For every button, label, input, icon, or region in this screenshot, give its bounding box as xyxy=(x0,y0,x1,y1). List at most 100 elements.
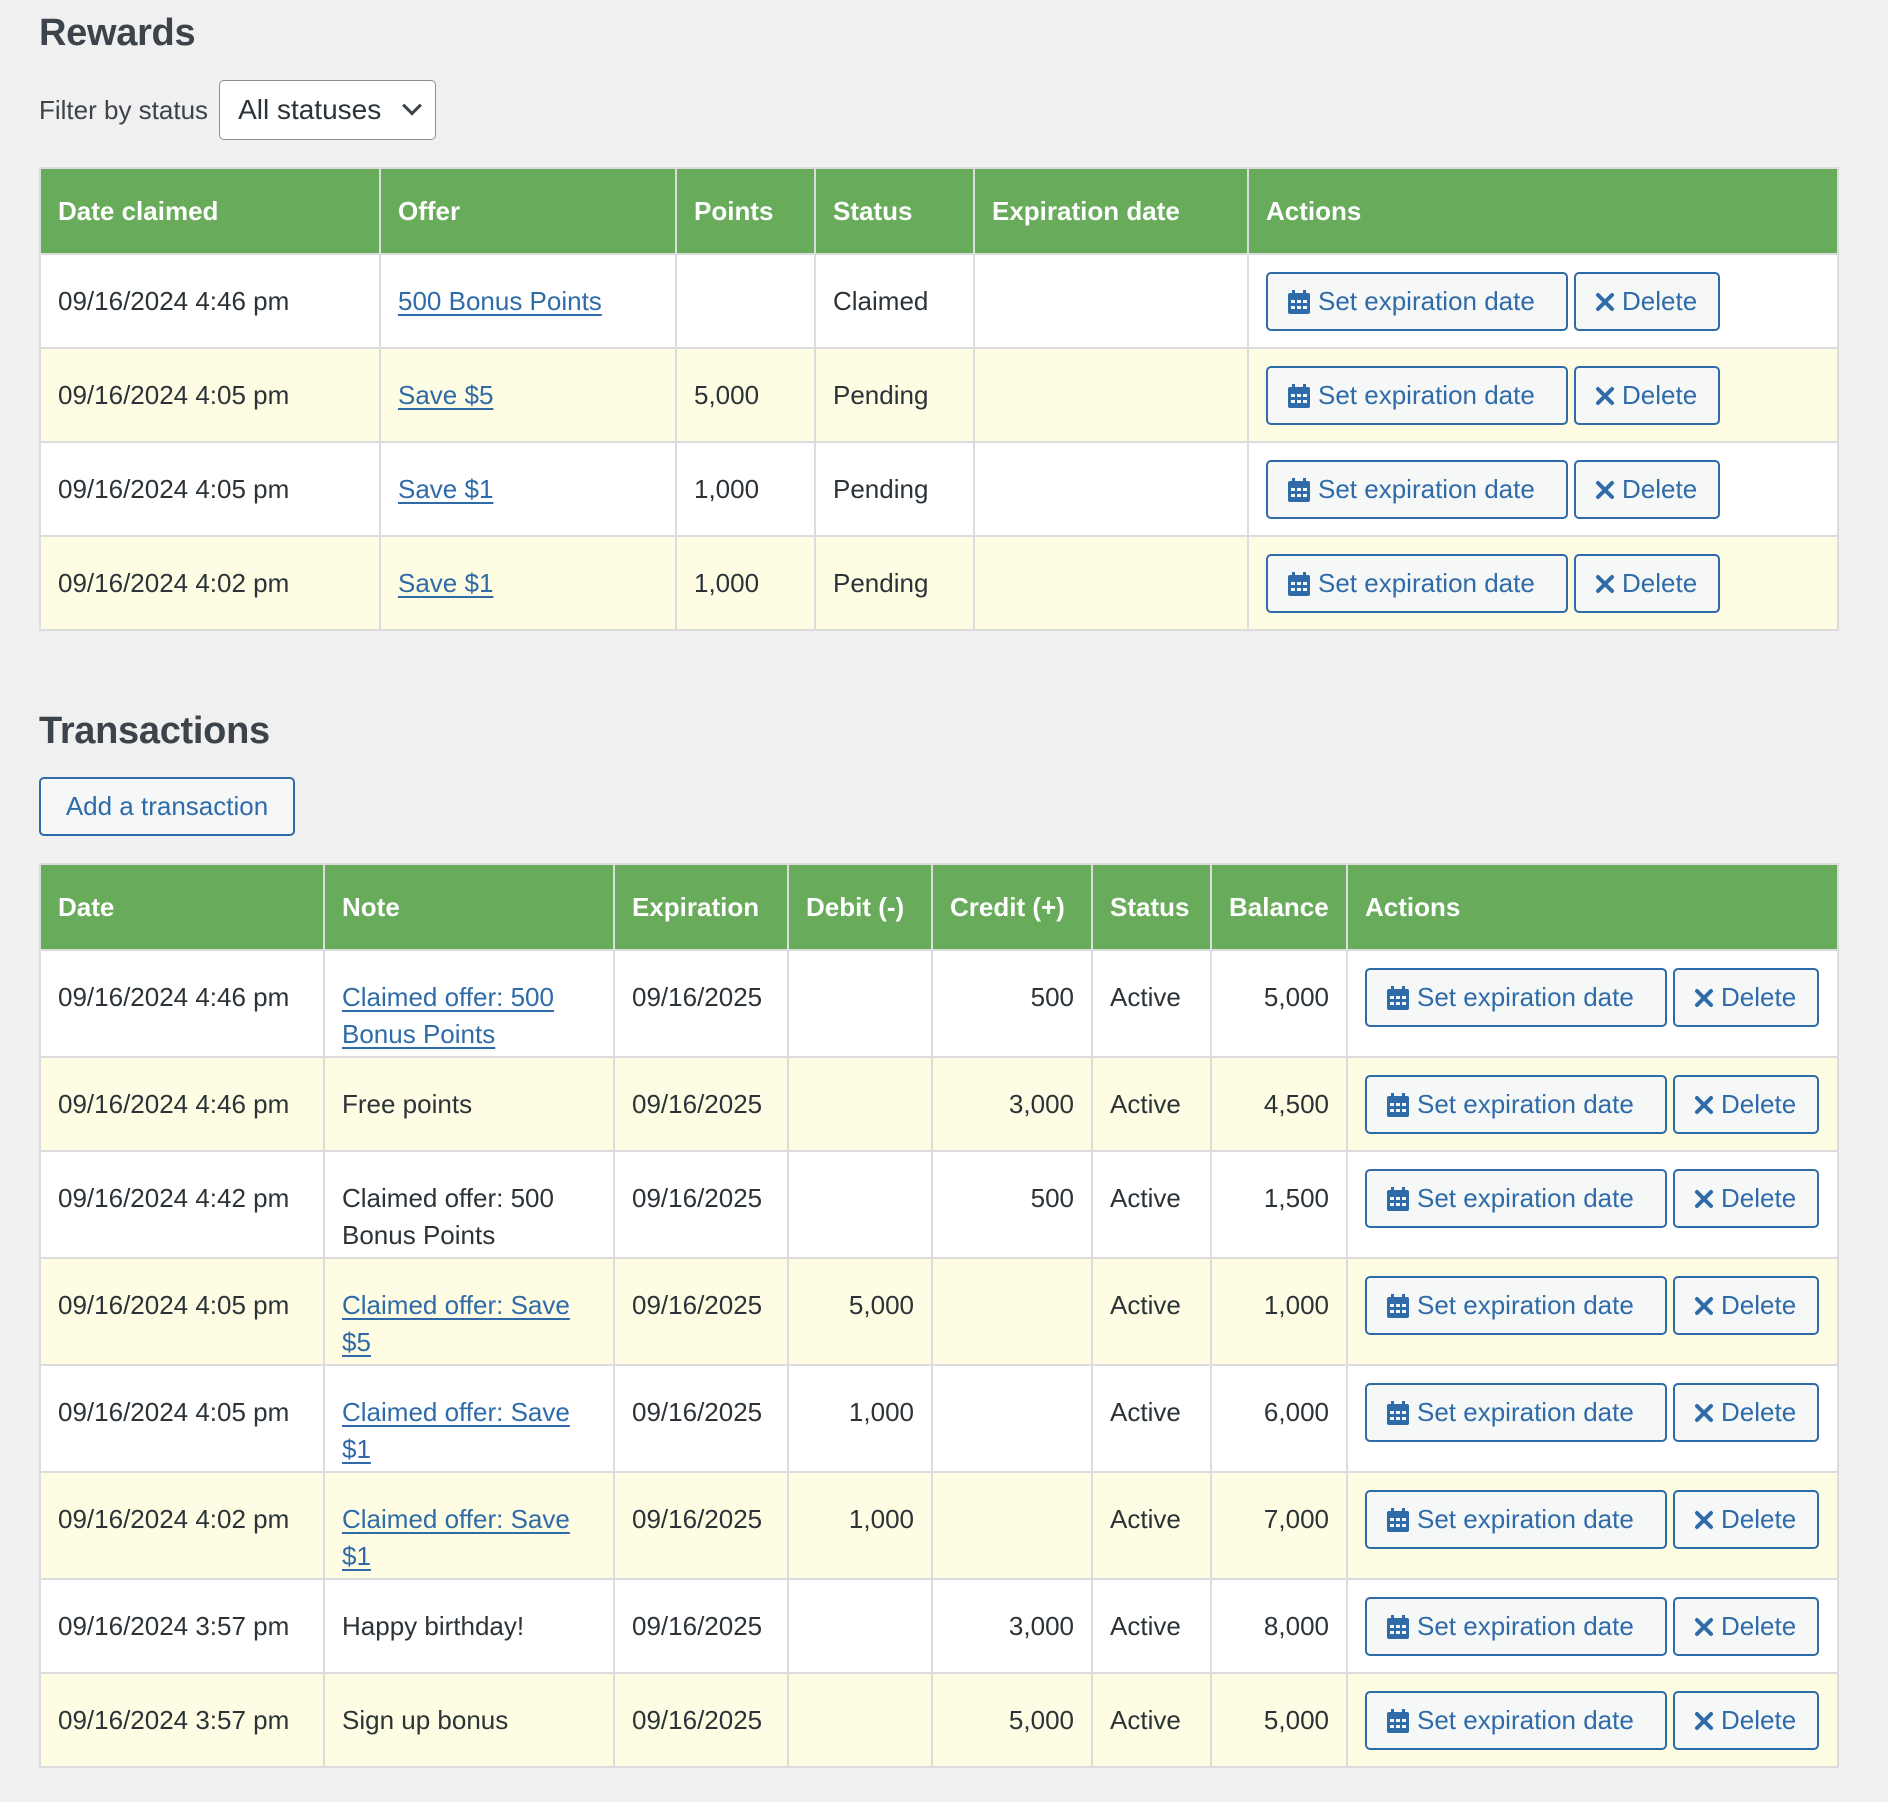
set-expiration-date-button[interactable]: Set expiration date xyxy=(1266,366,1568,425)
actions-cell: Set expiration date Delete xyxy=(1247,441,1839,537)
status-filter-select[interactable]: All statuses xyxy=(219,80,437,140)
set-expiration-label: Set expiration date xyxy=(1417,1089,1634,1119)
actions-cell: Set expiration date Delete xyxy=(1346,1471,1839,1580)
set-expiration-date-button[interactable]: Set expiration date xyxy=(1266,554,1568,613)
calendar-icon xyxy=(1387,1092,1409,1117)
note-cell-link[interactable]: Claimed offer: Save $5 xyxy=(342,1290,570,1357)
set-expiration-label: Set expiration date xyxy=(1417,1290,1634,1320)
delete-button[interactable]: Delete xyxy=(1673,968,1819,1027)
delete-button[interactable]: Delete xyxy=(1574,554,1720,613)
credit-cell xyxy=(931,1257,1093,1366)
set-expiration-date-button[interactable]: Set expiration date xyxy=(1365,1276,1667,1335)
delete-button[interactable]: Delete xyxy=(1574,366,1720,425)
status-cell: Claimed xyxy=(814,253,975,349)
delete-button[interactable]: Delete xyxy=(1574,272,1720,331)
note-cell-link[interactable]: Claimed offer: 500 Bonus Points xyxy=(342,982,554,1049)
balance-cell: 4,500 xyxy=(1210,1056,1348,1152)
actions-cell: Set expiration date Delete xyxy=(1346,949,1839,1058)
column-header: Status xyxy=(1091,863,1212,951)
delete-label: Delete xyxy=(1721,1611,1797,1641)
set-expiration-date-button[interactable]: Set expiration date xyxy=(1365,1075,1667,1134)
delete-button[interactable]: Delete xyxy=(1673,1169,1819,1228)
transactions-table: Date Note Expiration Debit (-) Credit (+… xyxy=(39,863,1839,1768)
set-expiration-date-button[interactable]: Set expiration date xyxy=(1365,968,1667,1027)
close-icon xyxy=(1595,574,1615,594)
calendar-icon xyxy=(1288,289,1310,314)
transactions-header-row: Date Note Expiration Debit (-) Credit (+… xyxy=(39,863,1839,951)
reward-row: 09/16/2024 4:46 pm 500 Bonus Points Claime… xyxy=(39,253,1839,349)
credit-cell xyxy=(931,1364,1093,1473)
expiration-cell: 09/16/2025 xyxy=(613,1257,789,1366)
expiration-cell: 09/16/2025 xyxy=(613,1056,789,1152)
column-header: Date claimed xyxy=(39,167,381,255)
delete-button[interactable]: Delete xyxy=(1673,1597,1819,1656)
column-header: Actions xyxy=(1346,863,1839,951)
close-icon xyxy=(1595,386,1615,406)
delete-button[interactable]: Delete xyxy=(1673,1276,1819,1335)
expiration-date-cell xyxy=(973,253,1249,349)
date-cell: 09/16/2024 3:57 pm xyxy=(39,1672,325,1768)
balance-cell: 8,000 xyxy=(1210,1578,1348,1674)
rewards-heading: Rewards xyxy=(39,12,196,54)
expiration-cell: 09/16/2025 xyxy=(613,1364,789,1473)
set-expiration-date-button[interactable]: Set expiration date xyxy=(1365,1490,1667,1549)
set-expiration-date-button[interactable]: Set expiration date xyxy=(1266,272,1568,331)
date-cell: 09/16/2024 4:02 pm xyxy=(39,1471,325,1580)
calendar-icon xyxy=(1387,1400,1409,1425)
close-icon xyxy=(1694,1296,1714,1316)
offer-cell-link[interactable]: Save $1 xyxy=(398,474,493,504)
delete-button[interactable]: Delete xyxy=(1673,1383,1819,1442)
credit-cell: 3,000 xyxy=(931,1056,1093,1152)
offer-cell-link[interactable]: Save $1 xyxy=(398,568,493,598)
set-expiration-date-button[interactable]: Set expiration date xyxy=(1365,1169,1667,1228)
column-header: Actions xyxy=(1247,167,1839,255)
column-header: Credit (+) xyxy=(931,863,1093,951)
points-cell xyxy=(675,253,816,349)
date-claimed-cell: 09/16/2024 4:05 pm xyxy=(39,441,381,537)
set-expiration-label: Set expiration date xyxy=(1417,1504,1634,1534)
debit-cell xyxy=(787,1672,933,1768)
add-transaction-button[interactable]: Add a transaction xyxy=(39,777,295,836)
calendar-icon xyxy=(1387,985,1409,1010)
set-expiration-date-button[interactable]: Set expiration date xyxy=(1266,460,1568,519)
set-expiration-date-button[interactable]: Set expiration date xyxy=(1365,1597,1667,1656)
chevron-down-icon xyxy=(402,95,422,116)
note-cell: Claimed offer: 500 Bonus Points xyxy=(323,949,615,1058)
status-filter-value: All statuses xyxy=(238,94,382,125)
set-expiration-label: Set expiration date xyxy=(1417,1611,1634,1641)
offer-cell-link[interactable]: 500 Bonus Points xyxy=(398,286,602,316)
status-cell: Active xyxy=(1091,1150,1212,1259)
status-cell: Pending xyxy=(814,347,975,443)
close-icon xyxy=(1694,1617,1714,1637)
status-filter: Filter by status All statuses xyxy=(39,80,437,140)
set-expiration-date-button[interactable]: Set expiration date xyxy=(1365,1383,1667,1442)
expiration-date-cell xyxy=(973,535,1249,631)
note-cell-link[interactable]: Claimed offer: Save $1 xyxy=(342,1504,570,1571)
credit-cell: 500 xyxy=(931,1150,1093,1259)
calendar-icon xyxy=(1288,477,1310,502)
set-expiration-date-button[interactable]: Set expiration date xyxy=(1365,1691,1667,1750)
delete-label: Delete xyxy=(1721,1089,1797,1119)
credit-cell: 3,000 xyxy=(931,1578,1093,1674)
delete-button[interactable]: Delete xyxy=(1673,1490,1819,1549)
actions-cell: Set expiration date Delete xyxy=(1247,347,1839,443)
column-header: Points xyxy=(675,167,816,255)
debit-cell: 5,000 xyxy=(787,1257,933,1366)
offer-cell-link[interactable]: Save $5 xyxy=(398,380,493,410)
delete-button[interactable]: Delete xyxy=(1574,460,1720,519)
offer-cell: Save $1 xyxy=(379,441,677,537)
date-claimed-cell: 09/16/2024 4:46 pm xyxy=(39,253,381,349)
delete-button[interactable]: Delete xyxy=(1673,1691,1819,1750)
note-cell: Free points xyxy=(323,1056,615,1152)
calendar-icon xyxy=(1387,1708,1409,1733)
delete-button[interactable]: Delete xyxy=(1673,1075,1819,1134)
expiration-date-cell xyxy=(973,347,1249,443)
expiration-cell: 09/16/2025 xyxy=(613,1471,789,1580)
note-cell-link[interactable]: Claimed offer: Save $1 xyxy=(342,1397,570,1464)
credit-cell xyxy=(931,1471,1093,1580)
credit-cell: 500 xyxy=(931,949,1093,1058)
date-claimed-cell: 09/16/2024 4:02 pm xyxy=(39,535,381,631)
transaction-row: 09/16/2024 4:05 pm Claimed offer: Save $5… xyxy=(39,1257,1839,1366)
offer-cell: 500 Bonus Points xyxy=(379,253,677,349)
close-icon xyxy=(1694,1189,1714,1209)
